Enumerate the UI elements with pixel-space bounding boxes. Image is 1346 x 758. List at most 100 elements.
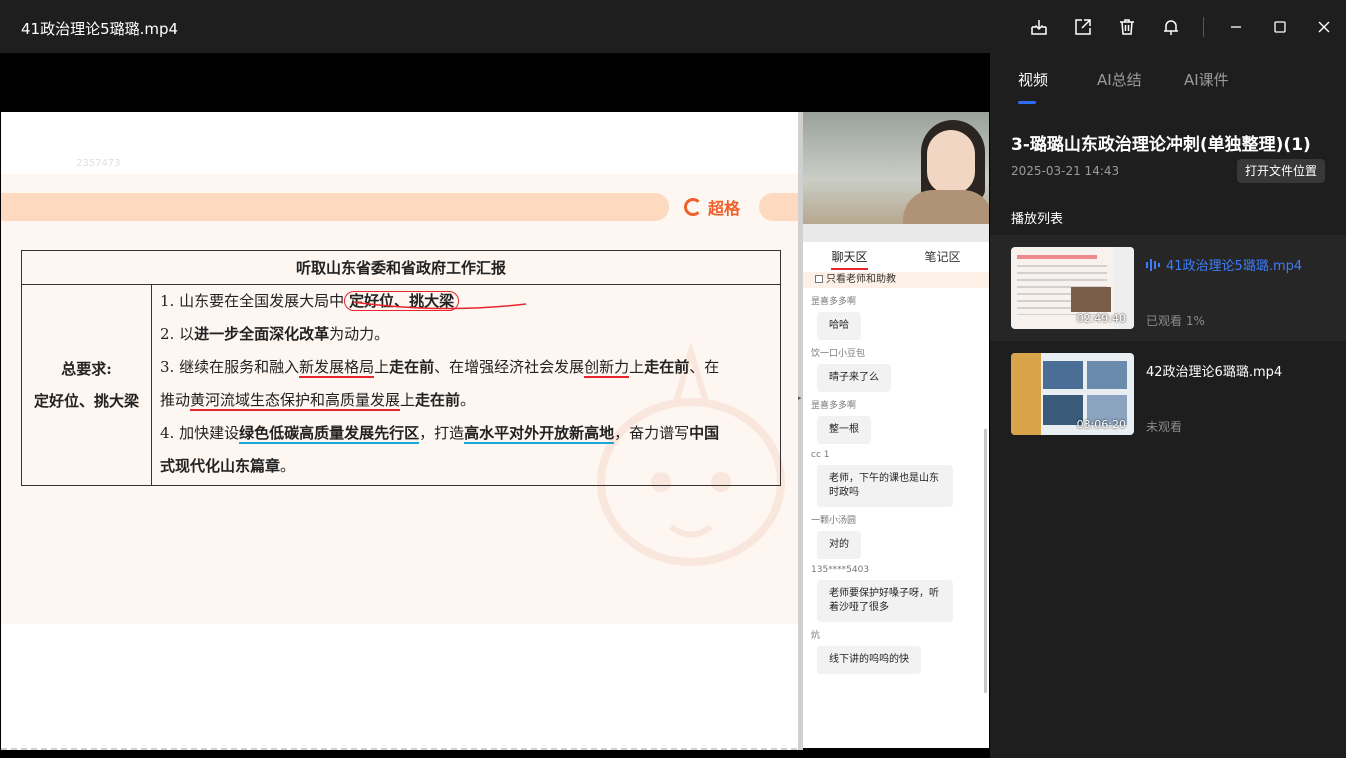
message-bubble: 老师要保护好嗓子呀，听着沙哑了很多 xyxy=(817,580,953,622)
message-bubble: 老师，下午的课也是山东时政吗 xyxy=(817,465,953,507)
slide-banner xyxy=(1,193,669,221)
close-icon[interactable] xyxy=(1302,0,1346,53)
item-2-suffix: 为动力。 xyxy=(329,325,390,343)
item-1-text: 1. 山东要在全国发展大局中 xyxy=(160,292,345,310)
playlist-item-status: 未观看 xyxy=(1146,420,1183,434)
maximize-icon[interactable] xyxy=(1258,0,1302,53)
chat-scrollbar[interactable] xyxy=(984,429,987,693)
video-duration: 03:06:20 xyxy=(1076,418,1126,431)
window-title: 41政治理论5璐璐.mp4 xyxy=(21,20,179,38)
item-3-text-i: 、在 xyxy=(689,358,720,376)
slide-top-area xyxy=(1,112,798,174)
chat-message: 炕 线下讲的呜呜的快 xyxy=(803,628,989,674)
playlist-label: 播放列表 xyxy=(1011,212,1064,227)
message-nick: 135****5403 xyxy=(811,565,870,575)
item-4-text-c: ，打造 xyxy=(419,424,465,442)
chat-panel: 聊天区 笔记区 只看老师和助教 昰喜多多啊 哈哈 饮一口小豆包 晴子来了么 昰喜… xyxy=(803,242,989,748)
playlist-item[interactable]: 03:06:20 42政治理论6璐璐.mp4 未观看 xyxy=(990,341,1346,447)
window-controls xyxy=(1017,0,1346,53)
teacher-only-checkbox[interactable] xyxy=(815,275,823,283)
webcam-strip xyxy=(803,224,989,242)
table-right-cell: 1. 山东要在全国发展大局中 定好位、挑大梁 2. 以进一步全面深化改革为动力。 … xyxy=(160,285,775,483)
video-player[interactable]: 2357473 超格 听取山东省委和省政府工作汇报 总要求: 定好位、挑大梁 1… xyxy=(0,53,990,758)
playing-indicator-icon xyxy=(1146,259,1160,271)
logo-text: 超格 xyxy=(708,199,741,218)
message-bubble: 整一根 xyxy=(817,416,871,444)
item-3-text-d: 走在前 xyxy=(389,358,435,376)
item-4-text-h: 。 xyxy=(280,457,296,475)
pin-icon[interactable] xyxy=(1149,0,1193,53)
playlist-item[interactable]: 02:49:40 41政治理论5璐璐.mp4 已观看 1% xyxy=(990,235,1346,341)
tab-notes-label: 笔记区 xyxy=(924,250,961,264)
video-thumbnail: 03:06:20 xyxy=(1011,353,1134,435)
open-file-location-button[interactable]: 打开文件位置 xyxy=(1237,159,1326,183)
chat-message: 昰喜多多啊 整一根 xyxy=(803,398,989,444)
title-bar: 41政治理论5璐璐.mp4 xyxy=(0,0,1346,53)
filter-label: 只看老师和助教 xyxy=(826,274,896,285)
message-nick: 昰喜多多啊 xyxy=(811,297,857,307)
toolbar-divider xyxy=(1203,16,1204,37)
message-nick: 一颗小汤圆 xyxy=(811,516,857,526)
item-3-text-k: 黄河流域生态保护和高质量发展 xyxy=(190,391,401,411)
item-3-text-m: 走在前 xyxy=(415,391,461,409)
video-thumbnail: 02:49:40 xyxy=(1011,247,1134,329)
playlist-item-title: 41政治理论5璐璐.mp4 xyxy=(1166,259,1303,274)
item-4-text-g: 式现代化山东篇章 xyxy=(160,457,281,475)
slide-progress-ticks xyxy=(1,748,798,750)
tab-chat[interactable]: 聊天区 xyxy=(803,242,896,272)
message-nick: 炕 xyxy=(811,631,821,641)
slide-logo: 超格 xyxy=(684,196,740,218)
active-tab-indicator xyxy=(1018,101,1036,104)
chat-message: 135****5403 老师要保护好嗓子呀，听着沙哑了很多 xyxy=(803,565,989,622)
item-3-text-e: 、在增强经济社会发展 xyxy=(434,358,585,376)
tab-ai-summary[interactable]: AI总结 xyxy=(1097,69,1142,90)
chat-tabs: 聊天区 笔记区 xyxy=(803,242,989,272)
watermark-number: 2357473 xyxy=(76,158,121,169)
chat-message: 一颗小汤圆 对的 xyxy=(803,513,989,559)
item-3-text-g: 上 xyxy=(629,358,645,376)
item-3-text-l: 上 xyxy=(400,391,416,409)
slide-bottom-area xyxy=(1,624,798,750)
chat-messages: 昰喜多多啊 哈哈 饮一口小豆包 晴子来了么 昰喜多多啊 整一根 cc 1 老师，… xyxy=(803,294,989,674)
item-4-text-d: 高水平对外开放新高地 xyxy=(464,424,615,444)
item-3-text-f: 创新力 xyxy=(584,358,630,378)
share-icon[interactable] xyxy=(1061,0,1105,53)
delete-icon[interactable] xyxy=(1105,0,1149,53)
playlist-item-name: 41政治理论5璐璐.mp4 xyxy=(1146,255,1302,274)
webcam-body xyxy=(903,190,989,224)
left-subtitle: 定好位、挑大梁 xyxy=(33,392,139,410)
playlist-item-title: 42政治理论6璐璐.mp4 xyxy=(1146,365,1283,380)
item-2: 2. 以进一步全面深化改革为动力。 xyxy=(160,318,775,351)
message-nick: 昰喜多多啊 xyxy=(811,401,857,411)
teacher-webcam xyxy=(803,112,989,224)
message-bubble: 晴子来了么 xyxy=(817,364,891,392)
item-3-text-j: 推动 xyxy=(160,391,191,409)
tab-ai-courseware[interactable]: AI课件 xyxy=(1184,69,1229,90)
item-2-text: 2. 以 xyxy=(160,325,195,343)
item-4-text-a: 4. 加快建设 xyxy=(160,424,240,442)
tab-video[interactable]: 视频 xyxy=(1018,69,1048,90)
message-nick: cc 1 xyxy=(811,450,830,460)
left-title: 总要求: xyxy=(61,360,112,378)
red-annotation-stroke xyxy=(352,301,527,310)
item-4-line-1: 4. 加快建设绿色低碳高质量发展先行区，打造高水平对外开放新高地，奋力谱写中国 xyxy=(160,417,775,450)
chat-filter[interactable]: 只看老师和助教 xyxy=(803,272,989,288)
slide: 2357473 超格 听取山东省委和省政府工作汇报 总要求: 定好位、挑大梁 1… xyxy=(1,112,798,750)
minimize-icon[interactable] xyxy=(1214,0,1258,53)
item-3-text-n: 。 xyxy=(460,391,476,409)
sidebar: 视频 AI总结 AI课件 3-璐璐山东政治理论冲刺(单独整理)(1) 2025-… xyxy=(990,53,1346,758)
item-2-bold: 进一步全面深化改革 xyxy=(194,325,330,343)
message-nick: 饮一口小豆包 xyxy=(811,349,866,359)
playlist-item-status: 已观看 1% xyxy=(1146,314,1205,328)
item-4-text-f: 中国 xyxy=(689,424,720,442)
tab-chat-label: 聊天区 xyxy=(831,250,868,270)
item-4-text-e: ，奋力谱写 xyxy=(614,424,690,442)
tab-notes[interactable]: 笔记区 xyxy=(896,242,989,272)
message-bubble: 线下讲的呜呜的快 xyxy=(817,646,921,674)
item-4-line-2: 式现代化山东篇章。 xyxy=(160,450,775,483)
download-icon[interactable] xyxy=(1017,0,1061,53)
slide-banner-right xyxy=(759,193,798,221)
item-3-line-1: 3. 继续在服务和融入新发展格局上走在前、在增强经济社会发展创新力上走在前、在 xyxy=(160,351,775,384)
webcam-face xyxy=(927,130,975,194)
playlist-item-name: 42政治理论6璐璐.mp4 xyxy=(1146,361,1282,380)
